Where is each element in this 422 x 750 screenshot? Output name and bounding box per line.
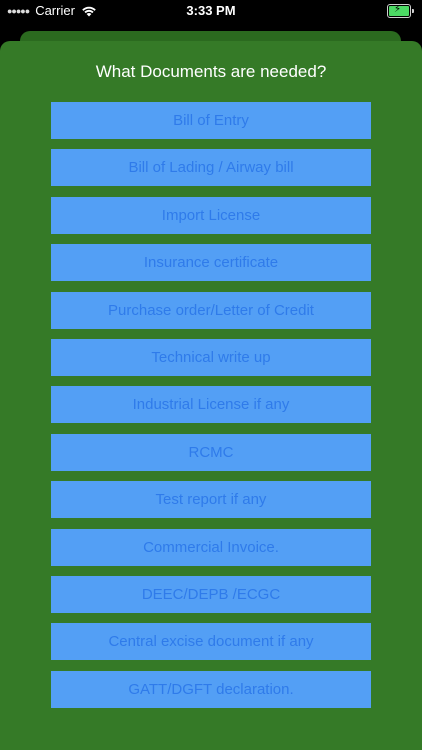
document-button[interactable]: RCMC [51, 433, 371, 471]
page-title: What Documents are needed? [95, 62, 327, 81]
document-button[interactable]: Insurance certificate [51, 244, 371, 282]
document-button[interactable]: Central excise document if any [51, 623, 371, 661]
clock: 3:33 PM [186, 3, 236, 18]
status-right: ⚡ [387, 4, 414, 18]
document-button[interactable]: Technical write up [51, 338, 371, 376]
document-button[interactable]: DEEC/DEPB /ECGC [51, 575, 371, 613]
charging-bolt-icon: ⚡ [394, 4, 402, 15]
battery-icon: ⚡ [387, 4, 411, 18]
document-list: Bill of Entry Bill of Lading / Airway bi… [51, 102, 371, 718]
document-button[interactable]: Commercial Invoice. [51, 528, 371, 566]
document-button[interactable]: Industrial License if any [51, 386, 371, 424]
document-button[interactable]: Purchase order/Letter of Credit [51, 291, 371, 329]
battery-cap [412, 9, 414, 13]
document-button[interactable]: GATT/DGFT declaration. [51, 670, 371, 708]
status-bar: ●●●●● Carrier 3:33 PM ⚡ [0, 0, 422, 22]
document-button[interactable]: Import License [51, 196, 371, 234]
document-button[interactable]: Bill of Lading / Airway bill [51, 149, 371, 187]
document-button[interactable]: Test report if any [51, 481, 371, 519]
document-button[interactable]: Bill of Entry [51, 102, 371, 139]
